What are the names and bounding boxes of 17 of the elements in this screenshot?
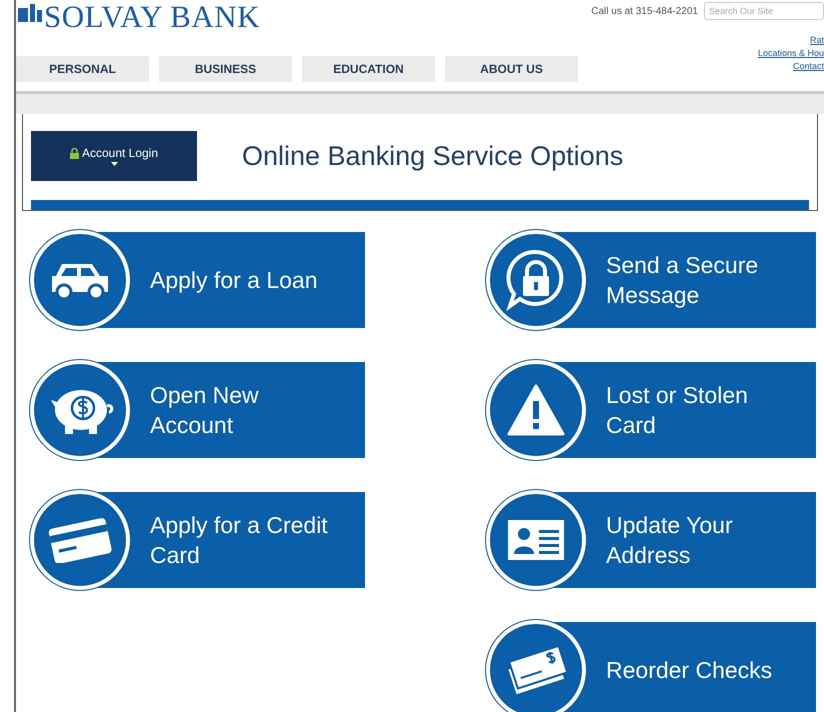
nav-tab[interactable]: BUSINESS (159, 56, 292, 82)
bank-name: SOLVAY BANK (44, 2, 260, 32)
bank-logo-icon (18, 2, 42, 24)
caret-icon (110, 162, 118, 166)
account-login-button[interactable]: Account Login (31, 131, 197, 181)
search-field[interactable]: Search Our Site (704, 2, 824, 20)
id-card-icon (506, 518, 566, 562)
header-link[interactable]: Contact (792, 61, 824, 71)
nav-tab[interactable]: PERSONAL (16, 56, 149, 82)
nav-tab[interactable]: EDUCATION (302, 56, 435, 82)
warning-icon (506, 383, 566, 437)
header-link[interactable]: Locations & Hou (758, 48, 824, 58)
header-link[interactable]: Rat (810, 35, 824, 45)
phone-text: Call us at 315-484-2201 (591, 6, 698, 16)
nav-tab[interactable]: ABOUT US (445, 56, 578, 82)
page-title: Online Banking Service Options (242, 140, 624, 172)
lock-icon (70, 148, 79, 158)
